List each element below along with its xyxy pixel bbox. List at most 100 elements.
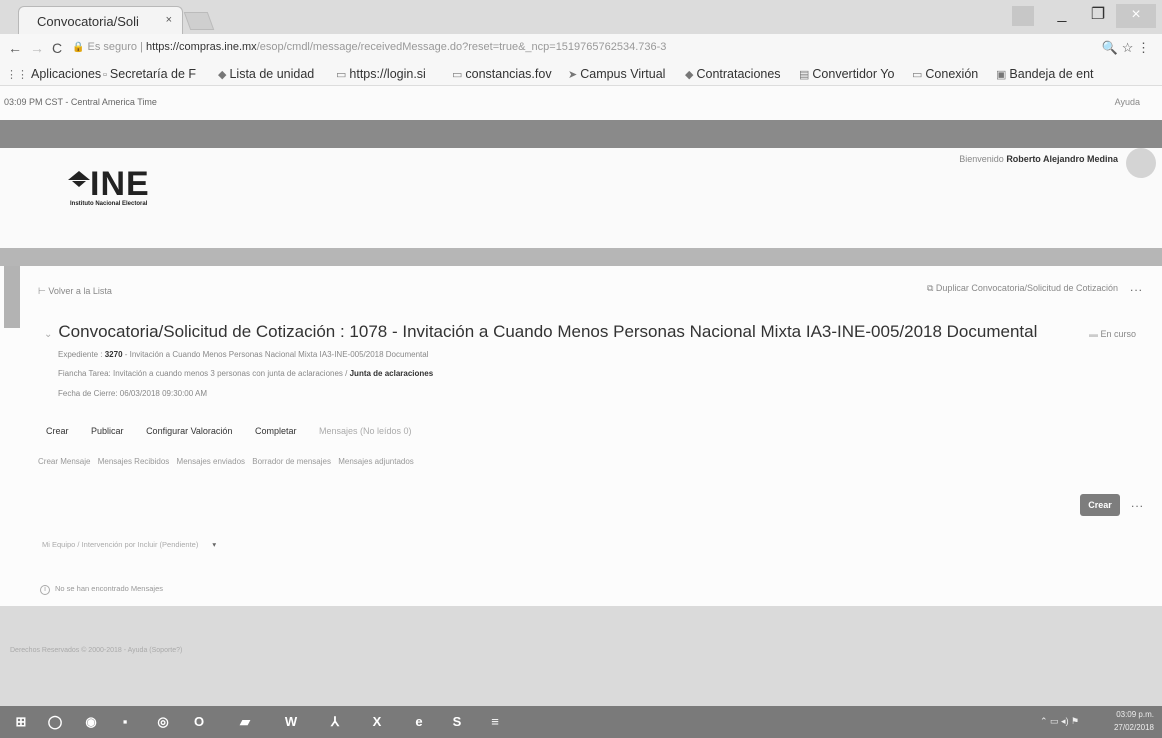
user-name: Roberto Alejandro Medina [1006,154,1118,164]
page-icon: ▫ [103,69,107,81]
empty-notice: i No se han encontrado Mensajes [40,584,163,595]
action-bar: Crear Publicar Configurar Valoración Com… [46,426,432,436]
bookmark-item[interactable]: ▫ Secretaría de F [103,67,196,81]
chrome-icon[interactable]: ◉ [78,710,104,734]
mensajes-recibidos-link[interactable]: Mensajes Recibidos [98,457,170,466]
file-explorer-icon[interactable]: ▰ [232,710,258,734]
close-window-button[interactable]: × [1116,4,1156,28]
minimize-button[interactable]: _ [1048,4,1076,28]
app-footer: Derechos Reservados © 2000-2018 - Ayuda … [0,606,1162,706]
clock-date: 27/02/2018 [1113,723,1154,732]
timezone-label: 03:09 PM CST - Central America Time [4,97,157,107]
tab-close-icon[interactable]: × [166,14,172,26]
messages-tab[interactable]: Mensajes (No leídos 0) [319,426,412,436]
address-bar-row: ← → C 🔒 Es seguro | https://compras.ine.… [0,34,1162,62]
excel-icon[interactable]: X [364,710,390,734]
url-host: https://compras.ine.mx [146,41,257,53]
message-sublinks: Crear Mensaje Mensajes Recibidos Mensaje… [38,457,419,466]
logo-subtitle: Instituto Nacional Electoral [70,201,148,207]
browser-tabbar: Convocatoria/Soli × _ ❐ × [0,0,1162,34]
search-icon[interactable]: ◎ [150,710,176,734]
security-label: Es seguro [87,41,138,53]
completar-action[interactable]: Completar [255,426,297,436]
converter-icon: ▤ [799,69,810,81]
app-status-strip: 03:09 PM CST - Central America Time Ayud… [0,86,1162,120]
bookmark-item[interactable]: ⋮⋮ Aplicaciones [6,67,101,81]
user-profile-icon[interactable] [1012,6,1034,26]
url-field[interactable]: 🔒 Es seguro | https://compras.ine.mx/eso… [72,38,1122,58]
system-tray-icons[interactable]: ⌃ ▭ ◂) ⚑ [1040,716,1079,727]
url-path: /esop/cmdl/message/receivedMessage.do?re… [256,41,667,53]
ine-icon: ◆ [218,69,227,81]
tab-title: Convocatoria/Soli [37,14,139,29]
word-icon[interactable]: W [278,710,304,734]
expediente-line: Expediente : 3270 - Invitación a Cuando … [58,350,429,359]
bookmark-item[interactable]: ◆ Lista de unidad [218,67,314,81]
forward-arrow-icon[interactable]: → [30,40,44,56]
app-header: Bienvenido Roberto Alejandro Medina INE … [0,148,1162,248]
bookmark-item[interactable]: ◆ Contrataciones [685,67,781,81]
ine-logo-mark-icon [68,171,90,187]
avatar[interactable] [1126,148,1156,178]
bookmark-item[interactable]: ▣ Bandeja de ent [996,67,1094,81]
document-icon: ▭ [452,69,463,81]
duplicate-link[interactable]: ⧉ Duplicar Convocatoria/Solicitud de Cot… [927,283,1118,294]
apps-icon: ⋮⋮ [6,69,28,81]
document-icon: ▭ [336,69,347,81]
bookmarks-bar: ⋮⋮ Aplicaciones ▫ Secretaría de F ◆ Lista d… [0,62,1162,86]
bookmark-item[interactable]: ▤ Convertidor Yo [799,67,894,81]
welcome-text: Bienvenido Roberto Alejandro Medina [959,154,1118,164]
internet-explorer-icon[interactable]: e [406,710,432,734]
windows-taskbar: ⊞ ◯ ◉ ▪ ◎ O ▰ W ⅄ X e S ≡ ⌃ ▭ ◂) ⚑ 03:09… [0,706,1162,738]
back-arrow-icon[interactable]: ← [8,40,22,56]
bookmark-item[interactable]: ▭ https://login.si [336,67,426,81]
info-icon: i [40,585,50,595]
acrobat-icon[interactable]: ⅄ [322,710,348,734]
mensajes-enviados-link[interactable]: Mensajes enviados [177,457,245,466]
mensajes-adjuntados-link[interactable]: Mensajes adjuntados [338,457,414,466]
bookmark-item[interactable]: ▭ constancias.fov [452,67,552,81]
campus-icon: ➤ [568,69,578,81]
back-to-list-link[interactable]: ⊢ Volver a la Lista [38,286,112,297]
cortana-icon[interactable]: ◯ [42,710,68,734]
outlook-icon[interactable]: O [186,710,212,734]
windows-start-icon[interactable]: ⊞ [8,710,34,734]
side-panel-handle[interactable] [4,266,20,328]
ine-icon: ◆ [685,69,694,81]
lock-icon: 🔒 [72,42,85,53]
media-icon[interactable]: ≡ [482,710,508,734]
more-options-button[interactable]: ... [1131,496,1144,510]
bookmark-item[interactable]: ➤ Campus Virtual [568,67,665,81]
page-title: ⌄ Convocatoria/Solicitud de Cotización : … [44,322,1038,341]
document-icon: ▭ [912,69,923,81]
publicar-action[interactable]: Publicar [91,426,124,436]
crear-action[interactable]: Crear [46,426,69,436]
browser-tab[interactable]: Convocatoria/Soli × [18,6,183,34]
more-menu-button[interactable]: ... [1130,280,1143,294]
crear-mensaje-link[interactable]: Crear Mensaje [38,457,90,466]
copy-icon: ⧉ [926,283,934,293]
bookmark-item[interactable]: ▭ Conexión [912,67,978,81]
configurar-valoracion-action[interactable]: Configurar Valoración [146,426,232,436]
app-icon[interactable]: ▪ [112,710,138,734]
collapse-caret-icon[interactable]: ⌄ [44,329,52,340]
help-link[interactable]: Ayuda [1115,97,1140,107]
back-arrow-icon: ⊢ [38,286,46,296]
filter-select[interactable]: Mi Equipo / Intervención por Incluir (Pe… [42,540,216,549]
ine-logo: INE Instituto Nacional Electoral [64,163,204,213]
create-button[interactable]: Crear [1080,494,1120,516]
logo-text: INE [90,165,150,203]
status-badge: ▬ En curso [1088,329,1136,339]
clock-time: 03:09 p.m. [1116,710,1154,719]
zoom-bookmark-icons[interactable]: 🔍 ☆ ⋮ [1102,40,1150,56]
footer-text: Derechos Reservados © 2000-2018 - Ayuda … [10,647,183,654]
reload-icon[interactable]: C [52,40,62,56]
tarea-line: Fiancha Tarea: Invitación a cuando menos… [58,369,434,378]
borrador-link[interactable]: Borrador de mensajes [252,457,331,466]
maximize-button[interactable]: ❐ [1084,4,1112,28]
taskbar-clock[interactable]: 03:09 p.m. 27/02/2018 [1114,708,1154,734]
chevron-down-icon: ▾ [212,540,217,549]
skype-icon[interactable]: S [444,710,470,734]
outlook-icon: ▣ [996,69,1007,81]
new-tab-button[interactable] [183,12,215,30]
